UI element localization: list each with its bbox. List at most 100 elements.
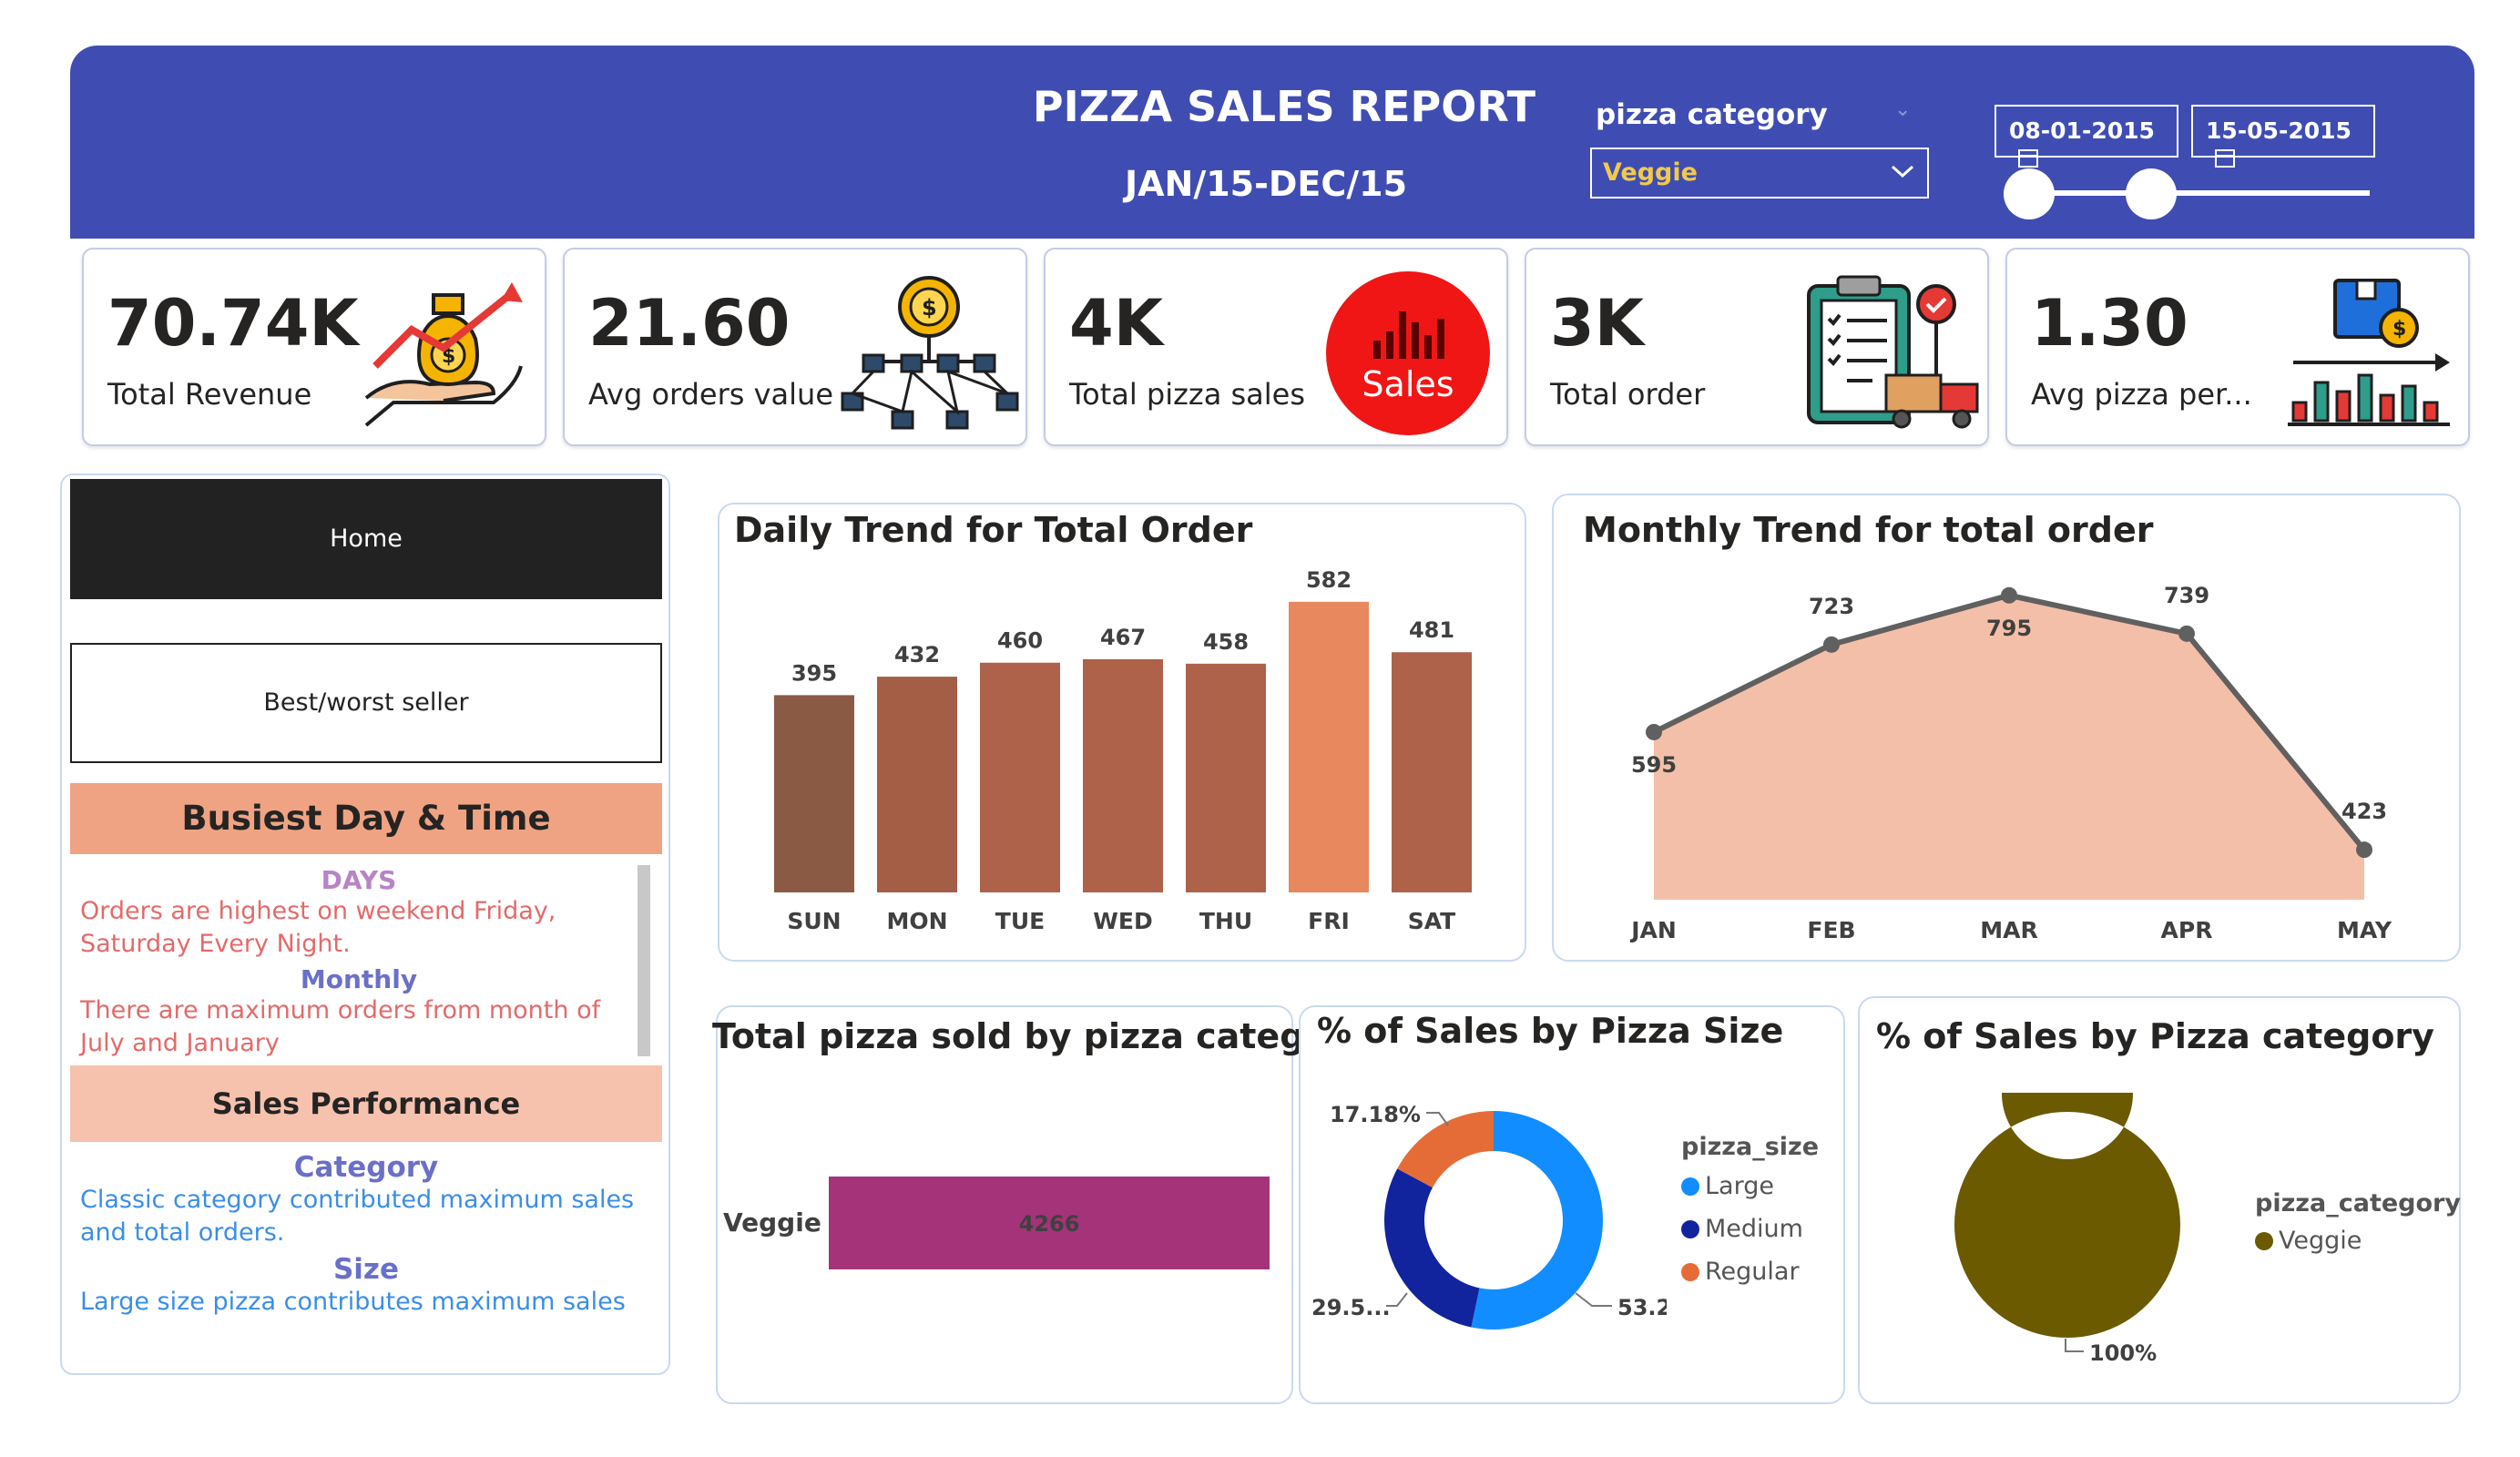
end-date-input[interactable]: 15-05-2015 bbox=[2191, 105, 2375, 168]
busiest-text-scroll-area: DAYS Orders are highest on weekend Frida… bbox=[70, 863, 648, 1058]
x-tick-label: FRI bbox=[1308, 908, 1350, 934]
x-tick-label: SUN bbox=[787, 908, 841, 934]
size-legend-title: pizza_size bbox=[1681, 1133, 1820, 1161]
data-label: 795 bbox=[1986, 616, 2032, 641]
coin-network-icon: $ bbox=[841, 276, 1019, 430]
x-tick-label: APR bbox=[2161, 917, 2213, 943]
category-legend: pizza_category Veggie bbox=[2255, 1189, 2461, 1255]
category-slicer-label: pizza category bbox=[1596, 98, 1828, 131]
x-tick-label: WED bbox=[1093, 908, 1152, 934]
kpi-value: 3K bbox=[1550, 286, 1644, 361]
donut-slice bbox=[1954, 1093, 2180, 1338]
start-date-value: 08-01-2015 bbox=[2009, 117, 2155, 144]
sales-performance-header: Sales Performance bbox=[70, 1065, 662, 1142]
kpi-total-revenue: 70.74K Total Revenue $ bbox=[82, 248, 546, 446]
data-label: 29.5... bbox=[1311, 1295, 1391, 1320]
category-dropdown-value: Veggie bbox=[1603, 158, 1698, 187]
size-share-title: % of Sales by Pizza Size bbox=[1317, 1011, 1784, 1051]
category-dropdown[interactable]: Veggie bbox=[1590, 148, 1929, 199]
x-tick-label: FEB bbox=[1807, 917, 1855, 943]
data-label: 423 bbox=[2341, 799, 2387, 824]
x-tick-label: THU bbox=[1199, 908, 1252, 934]
data-label: 723 bbox=[1809, 594, 1854, 619]
data-label: 582 bbox=[1306, 567, 1352, 593]
bar bbox=[1392, 652, 1472, 892]
data-point bbox=[2001, 586, 2017, 604]
slicer-collapse-icon[interactable]: ⌄ bbox=[1894, 98, 1911, 121]
size-text: Large size pizza contributes maximum sal… bbox=[80, 1288, 626, 1316]
kpi-label: Avg orders value bbox=[588, 377, 834, 412]
category-heading: Category bbox=[293, 1151, 439, 1184]
x-tick-label: MAY bbox=[2337, 917, 2392, 943]
kpi-total-order: 3K Total order bbox=[1525, 248, 1989, 446]
money-bag-hand-icon: $ bbox=[364, 282, 523, 427]
legend-item-medium[interactable]: Medium bbox=[1681, 1215, 1819, 1243]
kpi-label: Total Revenue bbox=[107, 377, 312, 412]
x-tick-label: MON bbox=[886, 908, 947, 934]
size-heading: Size bbox=[332, 1253, 400, 1286]
bar bbox=[1289, 601, 1369, 892]
package-bar-chart-icon: $ bbox=[2288, 279, 2450, 426]
bar bbox=[980, 662, 1060, 892]
category-share-title: % of Sales by Pizza category bbox=[1876, 1016, 2434, 1056]
kpi-value: 21.60 bbox=[588, 286, 791, 361]
kpi-total-pizza-sales: 4K Total pizza sales Sales bbox=[1044, 248, 1508, 446]
calendar-icon[interactable] bbox=[2018, 149, 2038, 168]
legend-item-veggie[interactable]: Veggie bbox=[2255, 1227, 2461, 1255]
date-range-start-handle[interactable] bbox=[2004, 168, 2055, 219]
days-text: Orders are highest on weekend Friday, Sa… bbox=[80, 897, 556, 958]
bar bbox=[1186, 663, 1266, 892]
sales-performance-text: Category Classic category contributed ma… bbox=[70, 1151, 662, 1319]
end-date-value: 15-05-2015 bbox=[2206, 117, 2352, 144]
legend-item-large[interactable]: Large bbox=[1681, 1172, 1819, 1200]
date-range-track[interactable] bbox=[2024, 190, 2370, 196]
data-label: 4266 bbox=[1019, 1211, 1080, 1237]
data-point bbox=[1823, 636, 1840, 653]
leader-line bbox=[1575, 1292, 1612, 1307]
data-label: 395 bbox=[791, 660, 837, 686]
best-worst-seller-button[interactable]: Best/worst seller bbox=[70, 643, 662, 763]
kpi-label: Total pizza sales bbox=[1069, 377, 1306, 412]
bar bbox=[1083, 658, 1163, 892]
busiest-day-time-header: Busiest Day & Time bbox=[70, 783, 662, 854]
x-tick-label: MAR bbox=[1980, 917, 2037, 943]
svg-text:$: $ bbox=[922, 295, 937, 321]
category-sold-chart: 4266 Veggie bbox=[723, 1177, 1270, 1269]
category-sold-title: Total pizza sold by pizza category bbox=[712, 1016, 1369, 1056]
home-button[interactable]: Home bbox=[70, 479, 662, 599]
days-heading: DAYS bbox=[321, 865, 397, 895]
svg-text:$: $ bbox=[2392, 318, 2406, 341]
calendar-icon[interactable] bbox=[2215, 149, 2235, 168]
data-label: 595 bbox=[1631, 752, 1677, 778]
data-label: 460 bbox=[997, 628, 1043, 654]
scrollbar[interactable] bbox=[638, 865, 650, 1056]
kpi-value: 4K bbox=[1069, 286, 1163, 361]
kpi-value: 70.74K bbox=[107, 286, 359, 361]
data-label: 17.18% bbox=[1330, 1102, 1421, 1127]
area-fill bbox=[1654, 595, 2364, 900]
legend-item-regular[interactable]: Regular bbox=[1681, 1258, 1819, 1286]
start-date-input[interactable]: 08-01-2015 bbox=[1995, 105, 2178, 168]
monthly-trend-title: Monthly Trend for total order bbox=[1583, 510, 2154, 550]
clipboard-delivery-icon bbox=[1807, 275, 1979, 429]
size-legend: pizza_size Large Medium Regular bbox=[1681, 1133, 1819, 1286]
data-label: 432 bbox=[894, 642, 940, 667]
category-text: Classic category contributed maximum sal… bbox=[80, 1186, 635, 1247]
data-point bbox=[1646, 723, 1662, 740]
x-tick-label: JAN bbox=[1629, 917, 1677, 943]
x-tick-label: SAT bbox=[1408, 908, 1455, 934]
monthly-trend-chart: 595 JAN 723 FEB 795 MAR 739 APR 423 MAY bbox=[1629, 583, 2392, 943]
size-share-chart: 53.28% 29.5... 17.18% bbox=[1311, 1102, 1667, 1330]
data-point bbox=[2178, 625, 2195, 642]
sales-badge-icon: Sales bbox=[1326, 271, 1490, 435]
data-label: 53.28% bbox=[1617, 1295, 1667, 1320]
kpi-value: 1.30 bbox=[2031, 286, 2188, 361]
leader-line bbox=[2065, 1339, 2084, 1352]
daily-trend-chart: 395 SUN 432 MON 460 TUE 467 WED 458 THU 582 FRI 481 S… bbox=[774, 567, 1472, 934]
bar bbox=[774, 695, 854, 892]
kpi-label: Total order bbox=[1550, 377, 1706, 412]
data-label: 458 bbox=[1203, 629, 1249, 655]
bar bbox=[877, 677, 957, 892]
data-label: 100% bbox=[2089, 1340, 2157, 1366]
date-range-end-handle[interactable] bbox=[2126, 168, 2177, 219]
